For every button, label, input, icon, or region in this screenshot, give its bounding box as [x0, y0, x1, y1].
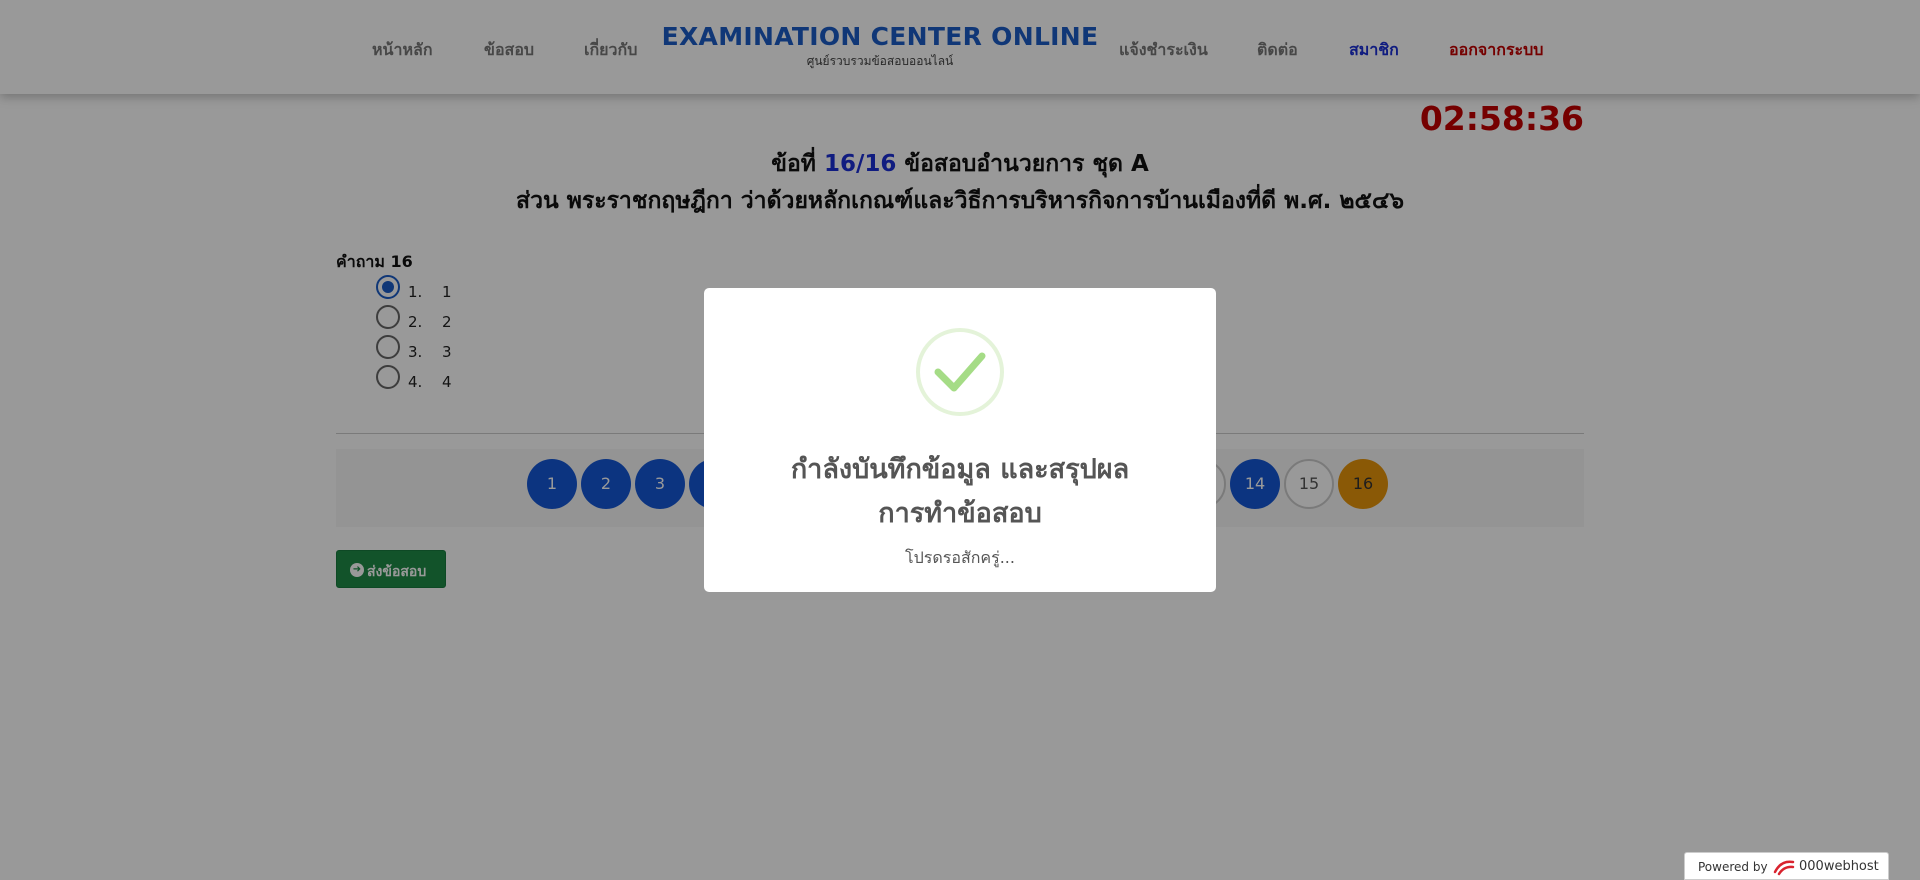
modal-title-line1: กำลังบันทึกข้อมูล และสรุปผล [790, 454, 1130, 485]
modal-title: กำลังบันทึกข้อมูล และสรุปผล การทำข้อสอบ [724, 448, 1196, 536]
modal-title-line2: การทำข้อสอบ [878, 498, 1042, 529]
powered-by-label: Powered by [1698, 860, 1768, 874]
webhost-logo-icon [1773, 858, 1797, 879]
success-check-icon [916, 328, 1004, 416]
powered-by-brand: 000webhost [1799, 859, 1879, 874]
saving-modal: กำลังบันทึกข้อมูล และสรุปผล การทำข้อสอบ … [704, 288, 1216, 592]
modal-message: โปรดรอสักครู่... [905, 548, 1015, 567]
powered-by-badge[interactable]: Powered by 000webhost [1684, 852, 1889, 880]
